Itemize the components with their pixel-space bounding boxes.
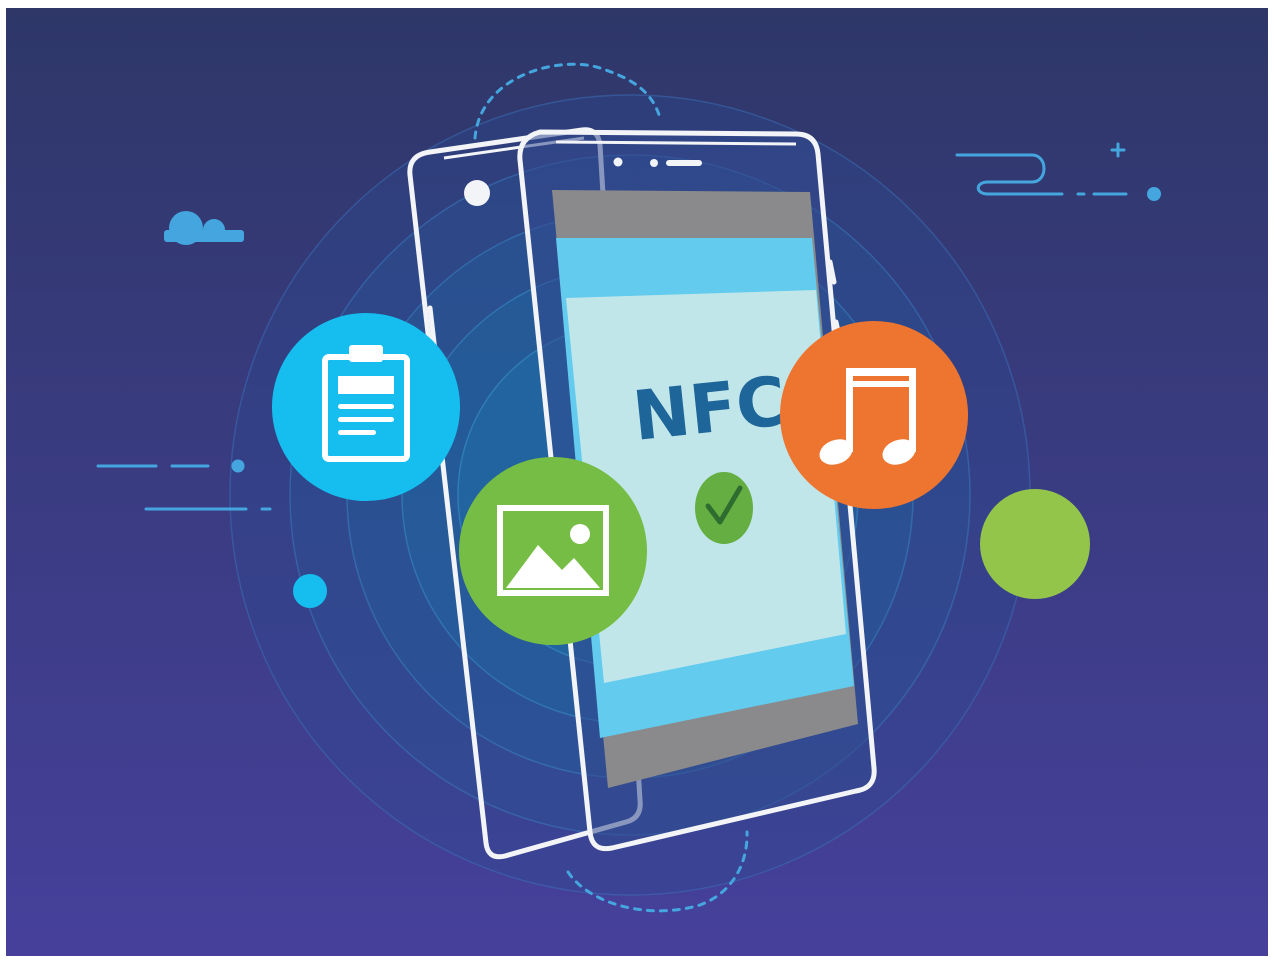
music-badge[interactable] — [780, 321, 968, 509]
nfc-illustration: NFC — [0, 0, 1274, 962]
decor-bubble-green — [980, 489, 1090, 599]
image-badge[interactable] — [459, 457, 647, 645]
checkmark-icon — [695, 472, 753, 544]
decor-dot-right — [1147, 187, 1161, 201]
phone-back-camera — [464, 180, 490, 206]
clipboard-badge[interactable] — [272, 313, 460, 501]
decor-dot-cyan — [293, 574, 327, 608]
nfc-label: NFC — [629, 362, 790, 457]
decor-dot-left — [231, 459, 245, 473]
